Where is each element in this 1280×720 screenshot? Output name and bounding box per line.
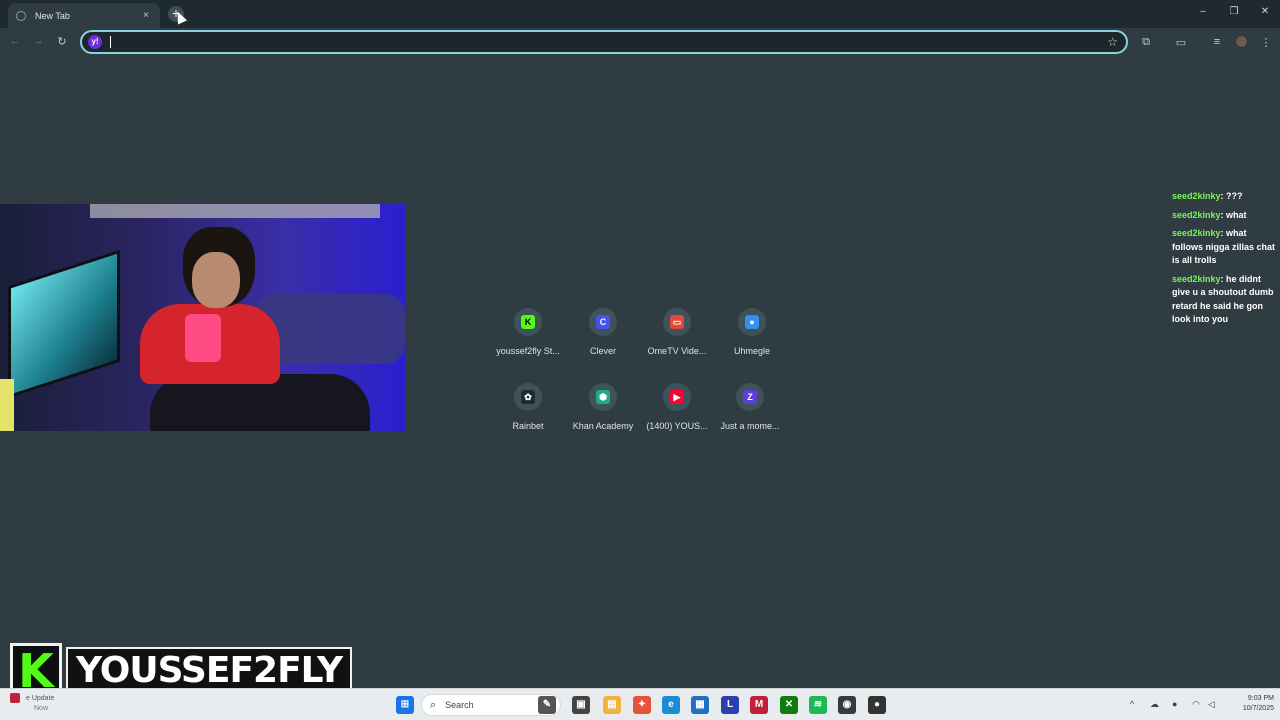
clock-time: 9:03 PM	[1247, 695, 1274, 702]
wifi-icon[interactable]: ◠	[1192, 699, 1200, 710]
shortcut-tile: Z	[736, 383, 764, 411]
shortcut-tile: ▭	[663, 308, 691, 336]
l-app-icon[interactable]: L	[721, 696, 739, 714]
reload-button[interactable]: ↻	[55, 35, 69, 48]
taskbar-notification[interactable]: e Update Now	[10, 693, 55, 712]
chat-username: seed2kinky	[1172, 209, 1221, 220]
webcam-streamer-face	[192, 252, 240, 308]
menu-kebab-icon[interactable]: ⋮	[1259, 36, 1273, 49]
chat-bubble-icon: ●	[745, 315, 759, 329]
store-icon[interactable]: ▦	[691, 696, 709, 714]
z-icon: Z	[743, 390, 757, 404]
taskbar-clock[interactable]: 9:03 PM 10/7/2025	[1226, 694, 1274, 714]
file-explorer-icon[interactable]: ▤	[603, 696, 621, 714]
shortcut-rainbet[interactable]: ✿ Rainbet	[490, 383, 566, 431]
tray-overflow-icon[interactable]: ^	[1130, 699, 1134, 709]
mcafee-icon	[10, 693, 20, 703]
shortcut-label: youssef2fly St...	[496, 346, 560, 356]
yahoo-icon: y!	[88, 35, 102, 49]
rainbet-icon: ✿	[521, 390, 535, 404]
shortcut-khan-academy[interactable]: ⬢ Khan Academy	[565, 383, 641, 431]
edge-icon[interactable]: e	[662, 696, 680, 714]
chat-text: ???	[1226, 191, 1243, 201]
copilot-brush-icon[interactable]: ✎	[538, 696, 556, 714]
webcam-light	[0, 379, 14, 431]
tab-close-button[interactable]: ×	[140, 10, 152, 22]
youtube-icon: ▶	[670, 390, 684, 404]
clock-date: 10/7/2025	[1242, 705, 1274, 712]
windows-start-icon[interactable]: ⊞	[396, 696, 414, 714]
shortcut-tile: ⬢	[589, 383, 617, 411]
shortcut-uhmegle[interactable]: ● Uhmegle	[714, 308, 790, 356]
chat-username: seed2kinky	[1172, 191, 1221, 201]
browser-toolbar: ← → ↻ y! ☆ ⧉ ▭ ≡ ⋮	[0, 28, 1280, 56]
webcam-pc-case	[8, 249, 120, 399]
webcam-phone	[185, 314, 221, 362]
shortcut-youssef2fly[interactable]: K youssef2fly St...	[490, 308, 566, 356]
media-control-icon[interactable]: ≡	[1210, 36, 1224, 48]
bookmark-star-icon[interactable]: ☆	[1107, 35, 1118, 49]
back-button[interactable]: ←	[8, 35, 22, 47]
volume-icon[interactable]: ◁	[1208, 699, 1215, 710]
cast-icon[interactable]: ▭	[1174, 36, 1188, 49]
chat-username: seed2kinky	[1172, 273, 1221, 284]
copilot-icon[interactable]: ✦	[633, 696, 651, 714]
clever-icon: C	[596, 315, 610, 329]
shortcut-label: Uhmegle	[733, 346, 771, 356]
shortcut-label: OmeTV Vide...	[647, 346, 707, 356]
chat-message: seed2kinky: ???	[1172, 191, 1243, 201]
shortcut-clever[interactable]: C Clever	[565, 308, 641, 356]
shortcut-tile: ▶	[663, 383, 691, 411]
chat-text: what	[1226, 209, 1247, 220]
maximize-button[interactable]: ❐	[1227, 6, 1241, 17]
text-caret	[110, 36, 111, 48]
notification-title: e Update	[26, 694, 55, 702]
tab-strip: New Tab × + – ❐ ✕	[0, 0, 1280, 28]
search-icon: ⌕	[430, 698, 437, 711]
extensions-icon[interactable]: ⧉	[1139, 36, 1153, 49]
webcam-wall	[90, 204, 380, 218]
tab-new-tab[interactable]: New Tab ×	[8, 3, 160, 28]
mouse-cursor-icon	[172, 9, 188, 25]
chat-message: seed2kinky: he didnt give u a shoutout d…	[1172, 273, 1274, 325]
chat-message: seed2kinky: what	[1172, 209, 1247, 220]
app-notification-icon[interactable]: ●	[868, 696, 886, 714]
chrome-icon[interactable]: ◉	[838, 696, 856, 714]
shortcut-tile: K	[514, 308, 542, 336]
ometv-icon: ▭	[670, 315, 684, 329]
shortcut-label: Rainbet	[512, 421, 544, 431]
search-placeholder: Search	[445, 700, 474, 710]
close-window-button[interactable]: ✕	[1258, 6, 1272, 17]
kick-icon: K	[521, 315, 535, 329]
task-view-icon[interactable]: ▣	[572, 696, 590, 714]
chat-message: seed2kinky: what follows nigga zillas ch…	[1172, 228, 1276, 265]
mcafee-taskbar-icon[interactable]: M	[750, 696, 768, 714]
forward-button[interactable]: →	[31, 35, 45, 47]
shortcut-youtube[interactable]: ▶ (1400) YOUS...	[639, 383, 715, 431]
shortcut-label: Clever	[589, 346, 616, 356]
shortcut-tile: C	[589, 308, 617, 336]
shortcut-just-a-moment[interactable]: Z Just a mome...	[712, 383, 788, 431]
notification-subtitle: Now	[34, 705, 49, 712]
shortcut-label: Khan Academy	[572, 421, 634, 431]
microphone-icon[interactable]: ●	[1172, 699, 1177, 709]
address-bar[interactable]: y! ☆	[80, 30, 1128, 54]
chat-username: seed2kinky	[1172, 228, 1221, 238]
onedrive-icon[interactable]: ☁	[1150, 699, 1159, 710]
shortcut-label: (1400) YOUS...	[646, 421, 708, 431]
khan-academy-icon: ⬢	[596, 390, 610, 404]
xbox-icon[interactable]: ✕	[780, 696, 798, 714]
shortcut-label: Just a mome...	[720, 421, 780, 431]
shortcut-tile: ●	[738, 308, 766, 336]
shortcut-tile: ✿	[514, 383, 542, 411]
profile-avatar[interactable]	[1235, 35, 1248, 48]
webcam-feed	[0, 204, 405, 431]
tab-title: New Tab	[35, 10, 70, 21]
stream-chat: seed2kinky: ??? seed2kinky: what seed2ki…	[1172, 190, 1276, 332]
windows-taskbar: e Update Now ⊞ ⌕ Search ✎ ▣ ▤ ✦ e ▦ L M …	[0, 688, 1280, 720]
shortcut-ometv[interactable]: ▭ OmeTV Vide...	[639, 308, 715, 356]
spotify-icon[interactable]: ≋	[809, 696, 827, 714]
minimize-button[interactable]: –	[1196, 6, 1210, 17]
globe-icon	[16, 10, 26, 21]
